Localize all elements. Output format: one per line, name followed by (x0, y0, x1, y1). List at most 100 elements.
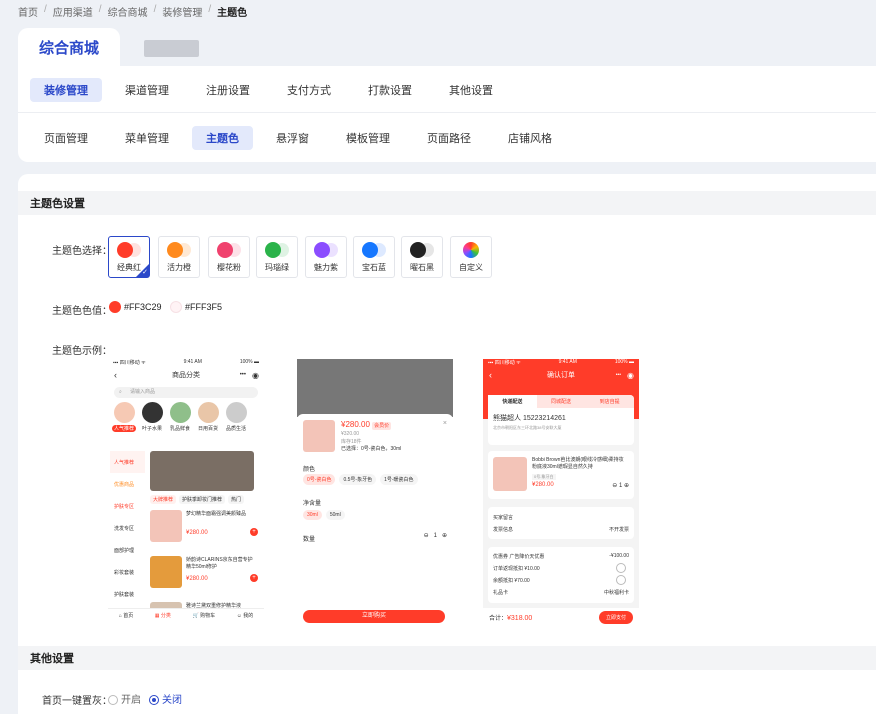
breadcrumb-mall[interactable]: 综合商城 (108, 4, 148, 19)
target-icon[interactable]: ◉ (252, 371, 259, 380)
info-row[interactable]: 发票信息 不开发票 (488, 523, 634, 535)
info-row[interactable]: 买家留言 (488, 511, 634, 523)
breadcrumb-decor[interactable]: 装修管理 (162, 4, 202, 19)
minus-icon[interactable]: ⊖ (424, 532, 429, 539)
filter-tab[interactable]: 热门 (228, 495, 245, 504)
tab-mine[interactable]: ☺ 我的 (237, 612, 254, 626)
side-item[interactable]: 优惠商品 (110, 473, 145, 495)
swatch-3[interactable]: 樱花粉 (208, 236, 250, 278)
category-label[interactable]: 人气推荐 (112, 425, 136, 432)
swatch-7[interactable]: 曜石黑 (401, 236, 443, 278)
tab-category[interactable]: ▦ 分类 (155, 612, 171, 626)
secondary-color-dot[interactable] (170, 301, 182, 313)
discount-row[interactable]: 礼品卡 中秋福利卡 (488, 586, 634, 598)
category-icon[interactable] (142, 402, 163, 423)
swatch-color-icon (217, 242, 247, 258)
tab-mall[interactable]: 综合商城 (18, 28, 120, 66)
submit-order-button[interactable]: 立即支付 (598, 610, 633, 624)
add-cart-icon[interactable]: + (250, 574, 258, 582)
delivery-tab[interactable]: 快递配送 (488, 395, 537, 408)
theme-example-label: 主题色示例： (52, 346, 112, 357)
subnav-theme[interactable]: 主题色 (192, 126, 253, 150)
nav-other[interactable]: 其他设置 (435, 78, 507, 102)
category-icon[interactable] (198, 402, 219, 423)
discount-radio[interactable] (616, 575, 626, 585)
radio-on[interactable] (108, 695, 118, 706)
discount-row[interactable]: 余额抵扣 ¥70.00 (488, 574, 634, 586)
qty-stepper[interactable]: ⊖ 1 ⊕ (424, 532, 447, 540)
discount-key: 余额抵扣 ¥70.00 (493, 577, 530, 584)
side-item[interactable]: 面部护理 (110, 539, 145, 561)
color-option[interactable]: 0号-瓷白色 (303, 474, 336, 485)
category-label[interactable]: 叶子水果 (140, 425, 164, 432)
radio-off[interactable] (149, 695, 159, 706)
back-icon[interactable]: ‹ (489, 370, 492, 380)
category-label[interactable]: 日用百货 (196, 425, 220, 432)
buy-now-button[interactable]: 立即购买 (303, 610, 445, 623)
category-icon[interactable] (170, 402, 191, 423)
tab-cart[interactable]: 🛒 购物车 (192, 612, 215, 626)
tab-home[interactable]: ⌂ 首页 (119, 612, 133, 626)
delivery-tab[interactable]: 到店自提 (585, 395, 634, 408)
nav-decor[interactable]: 装修管理 (30, 78, 102, 102)
order-qty-stepper[interactable]: ⊖ 1 ⊕ (612, 482, 629, 489)
side-item[interactable]: 洗发专区 (110, 517, 145, 539)
sku-sheet: ¥280.00 会员价 ¥320.00 库存18件 已选择：0号-瓷白色，30m… (297, 414, 453, 626)
product-item[interactable]: 梦幻精华面霜强调美颜臻品 ¥280.00 + (150, 510, 264, 544)
breadcrumb-home[interactable]: 首页 (18, 4, 38, 19)
subnav-pages[interactable]: 页面管理 (30, 126, 102, 150)
color-option[interactable]: 0.5号-象牙色 (339, 474, 377, 485)
discount-row[interactable]: 订单返现抵扣 ¥10.00 (488, 562, 634, 574)
color-option[interactable]: 1号-暖瓷白色 (380, 474, 418, 485)
subnav-float[interactable]: 悬浮窗 (262, 126, 323, 150)
gray-mode-off-option[interactable]: 关闭 (149, 691, 182, 706)
gray-mode-on-option[interactable]: 开启 (108, 691, 141, 706)
delivery-tab[interactable]: 同城配送 (537, 395, 586, 408)
status-signal: ▪▪▪ 四川移动 ᯤ (113, 360, 146, 366)
nav-payment[interactable]: 支付方式 (273, 78, 345, 102)
subnav-template[interactable]: 模板管理 (332, 126, 404, 150)
volume-option[interactable]: 30ml (303, 510, 322, 520)
receiver-info[interactable]: 熊猫超人 15223214261 (488, 408, 634, 423)
category-label[interactable]: 乳品鲜食 (168, 425, 192, 432)
nav-register[interactable]: 注册设置 (192, 78, 264, 102)
theme-value-label: 主题色色值： (52, 306, 112, 317)
swatch-1[interactable]: 经典红 ✓ (108, 236, 150, 278)
side-item[interactable]: 护肤套装 (110, 583, 145, 605)
filter-tab[interactable]: 大牌推荐 (150, 495, 177, 504)
blurred-tab[interactable] (144, 40, 199, 57)
subnav-path[interactable]: 页面路径 (413, 126, 485, 150)
side-item[interactable]: 护肤专区 (110, 495, 145, 517)
nav-transfer[interactable]: 打款设置 (354, 78, 426, 102)
secondary-nav: 页面管理 菜单管理 主题色 悬浮窗 模板管理 页面路径 店铺风格 (30, 126, 575, 150)
more-icon[interactable]: ••• (616, 372, 621, 378)
filter-tab[interactable]: 护肤季卸妆门推荐 (179, 495, 226, 504)
discount-row[interactable]: 优惠券 广告降价天优惠 -¥100.00 (488, 550, 634, 562)
category-icon[interactable] (114, 402, 135, 423)
plus-icon[interactable]: ⊕ (442, 532, 447, 539)
volume-option[interactable]: 50ml (325, 510, 345, 520)
side-item[interactable]: 彩妆套装 (110, 561, 145, 583)
back-icon[interactable]: ‹ (114, 370, 117, 380)
swatch-4[interactable]: 玛瑙绿 (256, 236, 298, 278)
search-input[interactable]: ⌕ 请输入商品 (114, 387, 258, 398)
product-item[interactable]: 娇韵诗CLARINS京东自营专护精华50ml修护 ¥280.00 + (150, 556, 264, 590)
category-icon[interactable] (226, 402, 247, 423)
more-icon[interactable]: ••• (240, 372, 246, 378)
category-label[interactable]: 品质生活 (224, 425, 248, 432)
subnav-style[interactable]: 店铺风格 (494, 126, 566, 150)
swatch-8[interactable]: 自定义 (450, 236, 492, 278)
nav-channel[interactable]: 渠道管理 (111, 78, 183, 102)
add-cart-icon[interactable]: + (250, 528, 258, 536)
side-item[interactable]: 人气推荐 (110, 451, 145, 473)
swatch-5[interactable]: 魅力紫 (305, 236, 347, 278)
close-icon[interactable]: × (443, 420, 447, 427)
discount-radio[interactable] (616, 563, 626, 573)
swatch-2[interactable]: 活力橙 (158, 236, 200, 278)
breadcrumb-channels[interactable]: 应用渠道 (53, 4, 93, 19)
target-icon[interactable]: ◉ (627, 371, 634, 380)
subnav-menu[interactable]: 菜单管理 (111, 126, 183, 150)
swatch-6[interactable]: 宝石蓝 (353, 236, 395, 278)
promo-banner-image[interactable] (150, 451, 254, 491)
primary-color-dot[interactable] (109, 301, 121, 313)
